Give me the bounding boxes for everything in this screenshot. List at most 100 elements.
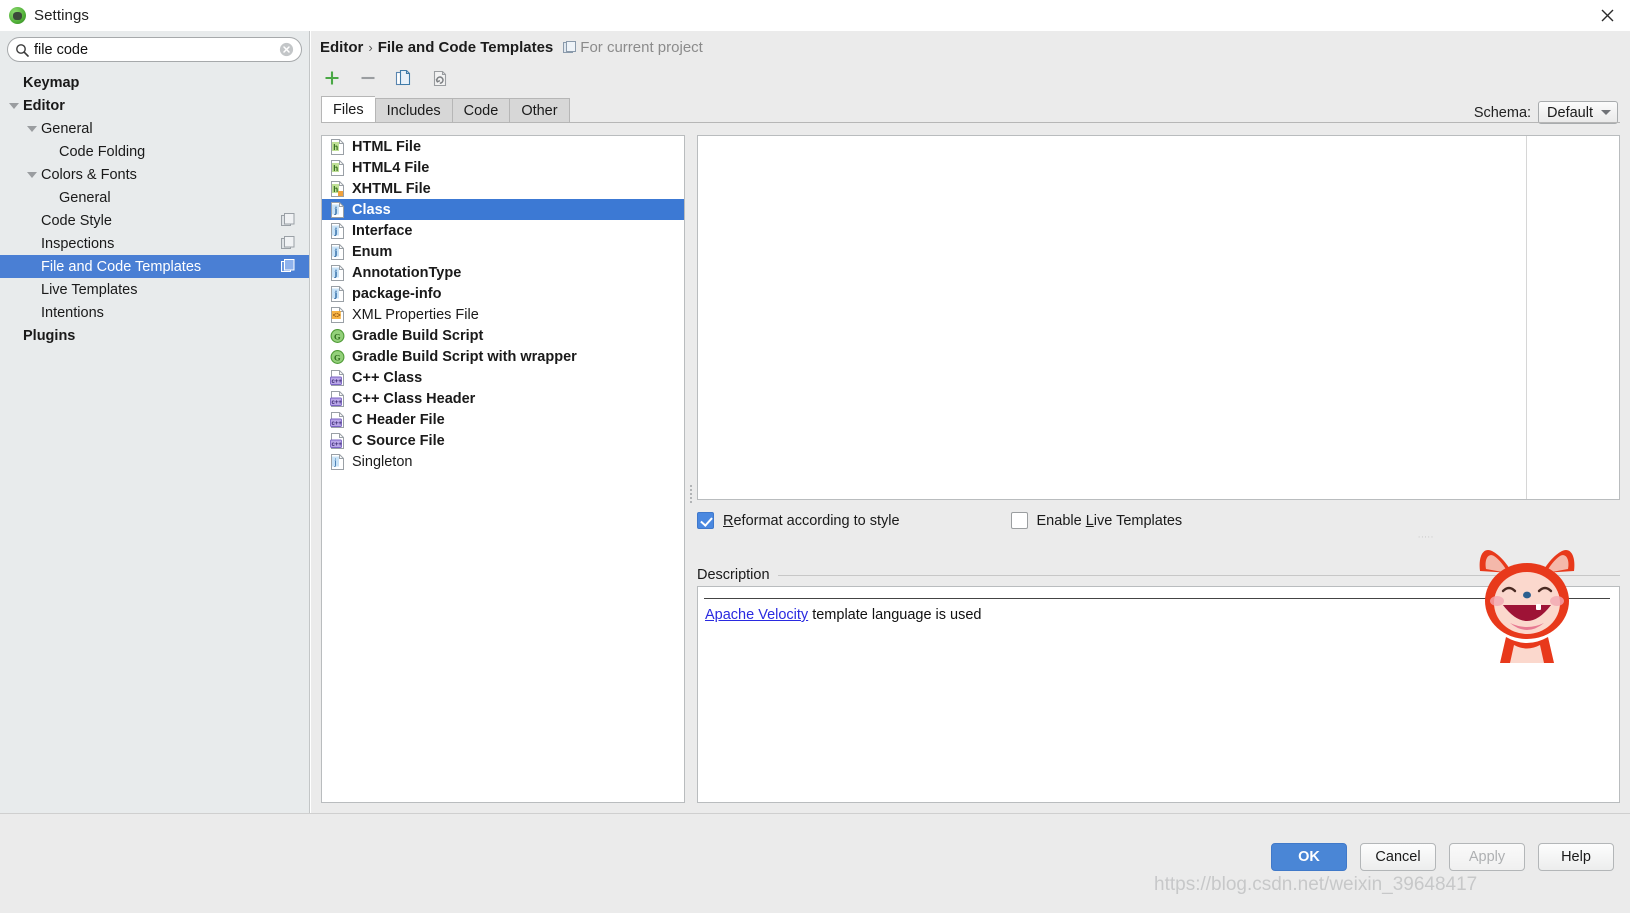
sidebar-item-label: General (41, 120, 93, 137)
template-list[interactable]: h HTML File h HTML4 File h XHTML File j Class j I… (321, 135, 685, 803)
window-title: Settings (34, 7, 89, 24)
project-scope-icon (563, 41, 577, 54)
tab-underline (321, 122, 1620, 123)
sidebar-item-label: Editor (23, 97, 65, 114)
list-item[interactable]: j package-info (322, 283, 684, 304)
java-file-icon: j (330, 201, 345, 218)
list-item-label: Gradle Build Script (352, 327, 484, 344)
list-item[interactable]: c++ C Source File (322, 430, 684, 451)
java-file-icon: j (330, 264, 345, 281)
list-item-label: C Header File (352, 411, 445, 428)
svg-text:c++: c++ (332, 378, 343, 384)
settings-dialog: Settings file code Keymap Editor General… (0, 0, 1630, 913)
sidebar-item-general[interactable]: General (0, 186, 309, 209)
cancel-button[interactable]: Cancel (1360, 843, 1436, 871)
chevron-down-icon[interactable] (26, 168, 39, 181)
close-icon[interactable] (1584, 0, 1630, 31)
resize-grip-icon[interactable]: ::::: (1418, 534, 1440, 540)
svg-text:h: h (333, 185, 338, 194)
template-editor[interactable] (697, 135, 1620, 500)
list-item[interactable]: h HTML4 File (322, 157, 684, 178)
title-bar: Settings (0, 0, 1630, 31)
tab-includes[interactable]: Includes (374, 98, 452, 123)
description-legend: Description (697, 567, 1620, 583)
template-category-tabs: Files Includes Code Other (321, 96, 570, 123)
list-item[interactable]: j AnnotationType (322, 262, 684, 283)
checkbox-box (1010, 512, 1028, 529)
cpp-file-icon: c++ (330, 432, 345, 449)
breadcrumb-separator: › (368, 40, 373, 55)
sidebar-item-general[interactable]: General (0, 117, 309, 140)
list-item[interactable]: c++ C++ Class (322, 367, 684, 388)
sidebar-item-keymap[interactable]: Keymap (0, 71, 309, 94)
list-item[interactable]: h XHTML File (322, 178, 684, 199)
list-item[interactable]: <> XML Properties File (322, 304, 684, 325)
schema-dropdown[interactable]: Default (1538, 101, 1618, 124)
chevron-down-icon[interactable] (8, 99, 21, 112)
dialog-buttons: OK Cancel Apply Help (1271, 843, 1614, 871)
live-templates-label: Enable Live Templates (1036, 512, 1183, 529)
reset-file-icon[interactable] (429, 67, 451, 89)
sidebar-item-label: Plugins (23, 327, 76, 344)
list-item[interactable]: j Interface (322, 220, 684, 241)
list-item-label: Interface (352, 222, 413, 239)
sidebar-item-code-style[interactable]: Code Style (0, 209, 309, 232)
sidebar-item-file-and-code-templates[interactable]: File and Code Templates (0, 255, 309, 278)
list-item-label: package-info (352, 285, 442, 302)
xml-file-icon: <> (330, 306, 345, 323)
svg-text:c++: c++ (332, 441, 343, 447)
svg-text:c++: c++ (332, 399, 343, 405)
android-studio-icon (9, 7, 26, 24)
breadcrumb-parent[interactable]: Editor (320, 39, 363, 56)
sidebar-item-code-folding[interactable]: Code Folding (0, 140, 309, 163)
remove-template-button[interactable] (357, 67, 379, 89)
clear-icon[interactable] (279, 42, 294, 57)
list-item[interactable]: G Gradle Build Script (322, 325, 684, 346)
list-item[interactable]: G Gradle Build Script with wrapper (322, 346, 684, 367)
sidebar-item-colors-fonts[interactable]: Colors & Fonts (0, 163, 309, 186)
add-template-button[interactable] (321, 67, 343, 89)
tab-code[interactable]: Code (451, 98, 510, 123)
sidebar-item-label: Intentions (41, 304, 104, 321)
java-file-icon: j (330, 243, 345, 260)
reformat-according-to-style-checkbox[interactable]: Reformat according to style (697, 512, 900, 529)
copy-file-icon[interactable] (393, 67, 415, 89)
search-input[interactable] (34, 39, 279, 60)
list-item[interactable]: j Singleton (322, 451, 684, 472)
list-item[interactable]: c++ C Header File (322, 409, 684, 430)
tab-label: Code (463, 103, 499, 119)
sidebar-item-live-templates[interactable]: Live Templates (0, 278, 309, 301)
button-label: Help (1561, 849, 1591, 865)
sidebar-item-editor[interactable]: Editor (0, 94, 309, 117)
dialog-footer: OK Cancel Apply Help (0, 813, 1630, 913)
list-item[interactable]: j Class (322, 199, 684, 220)
sidebar-item-plugins[interactable]: Plugins (0, 324, 309, 347)
sidebar-item-inspections[interactable]: Inspections (0, 232, 309, 255)
svg-text:G: G (334, 331, 341, 341)
list-item-label: Enum (352, 243, 393, 260)
ok-button[interactable]: OK (1271, 843, 1347, 871)
tab-other[interactable]: Other (509, 98, 570, 123)
list-item[interactable]: j Enum (322, 241, 684, 262)
chevron-down-icon[interactable] (26, 122, 39, 135)
search-box[interactable] (7, 37, 302, 62)
project-scope-icon (281, 259, 295, 273)
splitter-handle[interactable] (688, 485, 694, 503)
gradle-icon: G (330, 349, 345, 365)
list-item[interactable]: h HTML File (322, 136, 684, 157)
svg-text:c++: c++ (332, 420, 343, 426)
sidebar-item-intentions[interactable]: Intentions (0, 301, 309, 324)
html-file-icon: h (330, 138, 345, 155)
enable-live-templates-checkbox[interactable]: Enable Live Templates (1010, 512, 1183, 529)
tab-files[interactable]: Files (321, 96, 375, 123)
apache-velocity-link[interactable]: Apache Velocity (705, 607, 808, 623)
search-area (0, 31, 309, 62)
gradle-icon: G (330, 328, 345, 344)
help-button[interactable]: Help (1538, 843, 1614, 871)
sidebar-item-label: Code Style (41, 212, 112, 229)
svg-text:<>: <> (333, 312, 341, 319)
list-item[interactable]: c++ C++ Class Header (322, 388, 684, 409)
